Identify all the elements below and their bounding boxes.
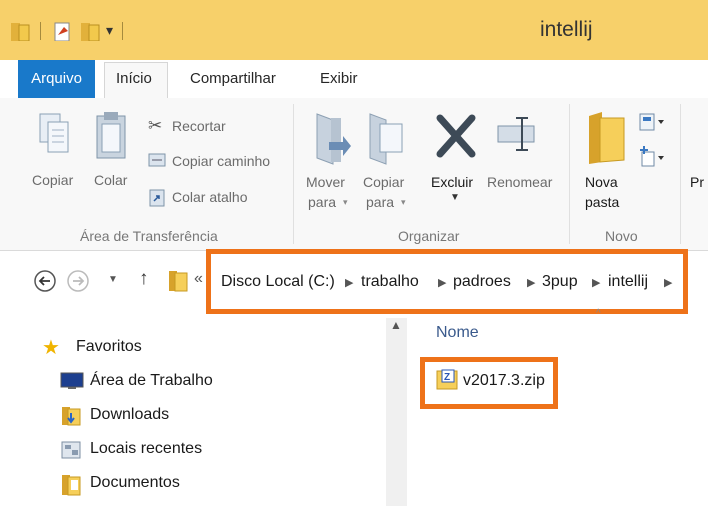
new-folder-icon[interactable] (80, 21, 102, 41)
breadcrumb-3pup[interactable]: 3pup (542, 273, 578, 291)
window-title: intellij (540, 18, 593, 41)
chevron-right-icon[interactable]: ▶ (527, 276, 535, 289)
breadcrumb-padroes[interactable]: padroes (453, 273, 511, 291)
easy-access-icon[interactable] (638, 146, 666, 170)
location-folder-icon (169, 271, 188, 292)
group-divider (293, 104, 294, 244)
nav-item-locais-recentes[interactable]: Locais recentes (90, 440, 202, 458)
tab-exibir[interactable]: Exibir (320, 70, 358, 87)
copy-to-dropdown-icon: ▾ (401, 197, 406, 207)
rename-button[interactable]: Renomear (487, 174, 552, 190)
breadcrumb-intellij[interactable]: intellij (608, 273, 648, 291)
desktop-icon (60, 372, 84, 389)
folder-icon (11, 23, 30, 41)
paste-shortcut-button[interactable]: Colar atalho (172, 189, 248, 205)
delete-dropdown-icon: ▼ (450, 192, 460, 203)
clipboard-group-label: Área de Transferência (80, 228, 218, 244)
copy-to-label-2: para (366, 194, 395, 210)
breadcrumb-trabalho[interactable]: trabalho (361, 273, 419, 291)
nav-item-downloads[interactable]: Downloads (90, 406, 169, 424)
zip-archive-icon: Z (436, 369, 458, 390)
copy-path-button[interactable]: Copiar caminho (172, 153, 270, 169)
chevron-right-icon[interactable]: ▶ (664, 276, 672, 289)
copy-to-button[interactable]: Copiar (363, 174, 404, 190)
copy-button[interactable]: Copiar (32, 172, 73, 188)
recent-locations-icon[interactable]: ▼ (108, 274, 118, 285)
nav-pane-scrollbar[interactable] (386, 318, 407, 506)
column-header-nome[interactable]: Nome (436, 324, 479, 342)
favorites-star-icon: ★ (42, 337, 60, 359)
delete-icon (436, 114, 476, 158)
move-to-button[interactable]: Mover (306, 174, 345, 190)
rename-icon (497, 117, 535, 151)
chevron-right-icon[interactable]: ▶ (592, 276, 600, 289)
file-item-v2017-3-zip[interactable]: v2017.3.zip (463, 372, 545, 390)
delete-button[interactable]: Excluir (431, 174, 473, 190)
new-group-label: Novo (605, 228, 638, 244)
tab-arquivo[interactable]: Arquivo (18, 60, 95, 98)
chevron-right-icon[interactable]: ▶ (438, 276, 446, 289)
chevron-right-icon[interactable]: ▶ (345, 276, 353, 289)
group-divider (569, 104, 570, 244)
copy-path-icon (148, 153, 166, 167)
customize-quick-access-icon[interactable]: ▾ (106, 22, 113, 39)
nav-item-documentos[interactable]: Documentos (90, 474, 180, 492)
forward-icon[interactable] (66, 269, 90, 293)
properties-icon[interactable] (52, 21, 74, 41)
copy-icon (39, 113, 69, 153)
recent-places-icon (61, 441, 81, 459)
sort-ascending-icon: ^ (596, 308, 601, 319)
tab-compartilhar[interactable]: Compartilhar (190, 70, 276, 87)
cut-button[interactable]: Recortar (172, 118, 226, 134)
copy-to-icon (369, 113, 403, 165)
paste-icon (96, 112, 126, 159)
organize-group-label: Organizar (398, 228, 460, 244)
move-to-dropdown-icon: ▾ (343, 197, 348, 207)
documents-icon (62, 475, 81, 496)
group-divider (680, 104, 681, 244)
new-item-icon[interactable] (638, 112, 666, 134)
new-folder-label-2: pasta (585, 194, 620, 210)
paste-shortcut-icon (149, 189, 165, 207)
up-arrow-icon[interactable]: ↑ (139, 268, 149, 290)
scissors-icon: ✂ (148, 116, 163, 135)
breadcrumb-disco-local[interactable]: Disco Local (C:) (221, 273, 335, 291)
nav-item-area-de-trabalho[interactable]: Área de Trabalho (90, 372, 213, 390)
move-to-label-2: para (308, 194, 337, 210)
paste-button[interactable]: Colar (94, 172, 127, 188)
tab-inicio[interactable]: Início (116, 70, 152, 87)
svg-text:Z: Z (444, 372, 450, 383)
path-overflow[interactable]: « (194, 270, 203, 288)
move-to-icon (316, 113, 351, 165)
downloads-icon (62, 407, 81, 426)
scroll-up-icon[interactable]: ▲ (390, 318, 402, 332)
nav-favorites[interactable]: Favoritos (76, 338, 142, 356)
back-icon[interactable] (33, 269, 57, 293)
new-folder-icon (589, 112, 625, 164)
properties-button-clipped[interactable]: Pr (690, 174, 704, 190)
new-folder-button[interactable]: Nova (585, 174, 618, 190)
title-bar: ▾ intellij (0, 0, 708, 60)
